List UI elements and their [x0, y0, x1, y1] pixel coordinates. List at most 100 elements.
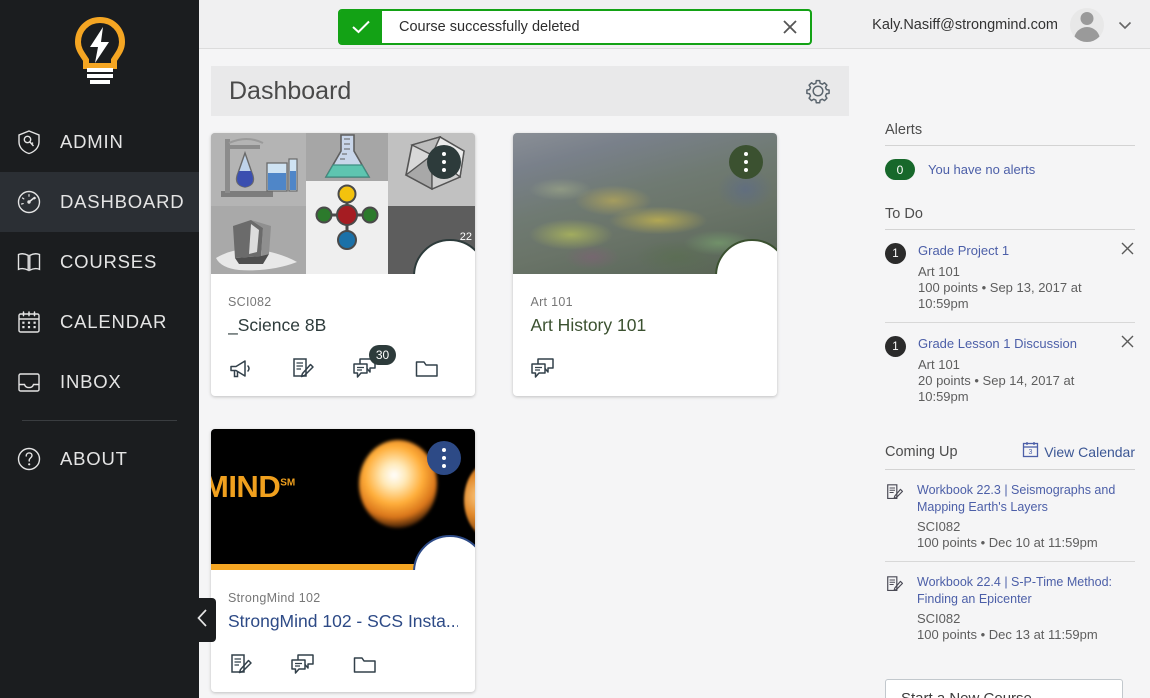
course-code: Art 101: [530, 295, 573, 309]
discussions-icon[interactable]: [290, 652, 316, 678]
course-cards: 22 - SCI082 _Science 8B: [211, 133, 849, 698]
course-card[interactable]: MINDSM - StrongMind 102 StrongMind 102 -…: [211, 429, 475, 692]
chevron-down-icon[interactable]: [1116, 16, 1134, 34]
close-icon[interactable]: [1120, 334, 1135, 349]
close-icon[interactable]: [1120, 241, 1135, 256]
todo-meta: 100 points • Sep 13, 2017 at 10:59pm: [918, 279, 1082, 311]
coming-up-item: Workbook 22.3 | Seismographs and Mapping…: [885, 470, 1135, 561]
sidebar-item-inbox[interactable]: INBOX: [0, 352, 199, 412]
page-title: Dashboard: [229, 76, 352, 105]
announcements-icon[interactable]: [228, 356, 254, 382]
sidebar-collapse-toggle[interactable]: [189, 598, 216, 642]
alerts-message[interactable]: You have no alerts: [928, 162, 1035, 177]
course-card-image[interactable]: -: [513, 133, 778, 275]
wordmark-sup: SM: [280, 477, 296, 489]
coming-up-course: SCI082: [917, 611, 961, 627]
todo-item: 1 Grade Project 1 Art 101 100 points • S…: [885, 230, 1135, 322]
alerts-heading-label: Alerts: [885, 122, 923, 138]
course-card-image[interactable]: 22 -: [211, 133, 475, 274]
course-card[interactable]: 22 - SCI082 _Science 8B: [211, 133, 475, 396]
svg-text:3: 3: [1029, 449, 1033, 456]
course-title[interactable]: _Science 8B: [228, 315, 458, 336]
todo-body: Grade Project 1 Art 101 100 points • Sep…: [918, 242, 1135, 312]
collage-lab-stand: [211, 133, 307, 207]
discussions-icon[interactable]: 30: [352, 345, 396, 382]
todo-heading: To Do: [885, 206, 1135, 230]
course-card[interactable]: - Art 101 Art History 101: [513, 133, 778, 396]
assignments-icon[interactable]: [228, 652, 254, 678]
coming-up-title[interactable]: Workbook 22.4 | S-P-Time Method: Finding…: [917, 574, 1135, 607]
sidebar-divider: [22, 420, 177, 421]
view-calendar-label[interactable]: View Calendar: [1044, 444, 1135, 460]
sidebar-item-calendar[interactable]: CALENDAR: [0, 292, 199, 352]
todo-title[interactable]: Grade Lesson 1 Discussion: [918, 335, 1113, 353]
user-email: Kaly.Nasiff@strongmind.com: [872, 16, 1058, 33]
sidebar-item-label: ADMIN: [60, 131, 124, 152]
coming-up-item: Workbook 22.4 | S-P-Time Method: Finding…: [885, 561, 1135, 653]
sidebar-item-label: ABOUT: [60, 448, 128, 469]
view-calendar-link[interactable]: 3 View Calendar: [1022, 441, 1135, 462]
todo-body: Grade Lesson 1 Discussion Art 101 20 poi…: [918, 335, 1135, 405]
sidebar-item-about[interactable]: ABOUT: [0, 429, 199, 489]
bulb-glow-primary: [358, 440, 437, 529]
strongmind-wordmark: MINDSM: [211, 469, 295, 505]
coming-up-body: Workbook 22.4 | S-P-Time Method: Finding…: [917, 574, 1135, 642]
grade-value: -: [750, 269, 754, 275]
assignment-icon: [885, 575, 907, 642]
coming-up-body: Workbook 22.3 | Seismographs and Mapping…: [917, 482, 1135, 550]
avatar[interactable]: [1070, 7, 1104, 42]
course-title[interactable]: StrongMind 102 - SCS Insta...: [228, 611, 458, 632]
logo[interactable]: [0, 0, 199, 110]
gear-icon[interactable]: [805, 78, 831, 104]
course-card-body: StrongMind 102 StrongMind 102 - SCS Inst…: [211, 570, 475, 692]
grade-value: -: [448, 269, 452, 275]
dashboard-page: ADMIN DASHBOARD COURSES CALENDAR INBOX A…: [0, 0, 1150, 698]
calendar-icon: 3: [1022, 441, 1039, 462]
discussions-icon[interactable]: [530, 356, 556, 382]
files-icon[interactable]: [352, 652, 378, 678]
alerts-row: 0 You have no alerts: [885, 146, 1135, 180]
assignments-icon[interactable]: [290, 356, 316, 382]
files-icon[interactable]: [414, 356, 440, 382]
right-rail: Alerts 0 You have no alerts To Do 1 Grad…: [885, 122, 1135, 698]
todo-title[interactable]: Grade Project 1: [918, 242, 1113, 260]
wordmark-text: MIND: [211, 468, 281, 504]
flash-text: Course successfully deleted: [399, 19, 580, 35]
todo-count-badge: 1: [885, 336, 906, 358]
todo-count-badge: 1: [885, 243, 906, 264]
bulb-glow-secondary: [464, 460, 475, 541]
grade-value: -: [448, 565, 452, 571]
collage-crystal: [211, 206, 307, 274]
sidebar-item-label: INBOX: [60, 371, 122, 392]
todo-heading-label: To Do: [885, 206, 923, 222]
course-code: StrongMind 102: [228, 591, 321, 605]
course-title[interactable]: Art History 101: [530, 315, 760, 336]
sidebar-item-admin[interactable]: ADMIN: [0, 112, 199, 172]
course-code: SCI082: [228, 295, 272, 309]
calendar-icon: [14, 307, 44, 337]
start-new-course-button[interactable]: Start a New Course: [885, 679, 1123, 698]
coming-up-title[interactable]: Workbook 22.3 | Seismographs and Mapping…: [917, 482, 1135, 515]
todo-course: Art 101: [918, 263, 960, 279]
discussions-badge: 30: [369, 345, 396, 365]
coming-up-heading: Coming Up 3 View Calendar: [885, 441, 1135, 471]
assignment-icon: [885, 483, 907, 550]
user-menu[interactable]: Kaly.Nasiff@strongmind.com: [872, 0, 1134, 49]
kebab-menu-icon[interactable]: [427, 145, 461, 179]
sidebar-item-courses[interactable]: COURSES: [0, 232, 199, 292]
collage-flask: [306, 133, 388, 181]
course-card-actions: [530, 356, 556, 382]
course-card-actions: 30: [228, 345, 440, 382]
kebab-menu-icon[interactable]: [427, 441, 461, 475]
todo-course: Art 101: [918, 356, 960, 372]
course-card-body: Art 101 Art History 101: [513, 274, 777, 396]
sidebar-item-label: CALENDAR: [60, 311, 168, 332]
course-card-image[interactable]: MINDSM -: [211, 429, 475, 570]
sidebar-item-dashboard[interactable]: DASHBOARD: [0, 172, 199, 232]
close-icon[interactable]: [770, 17, 810, 37]
inbox-icon: [14, 367, 44, 397]
collage-molecule: [306, 180, 388, 274]
